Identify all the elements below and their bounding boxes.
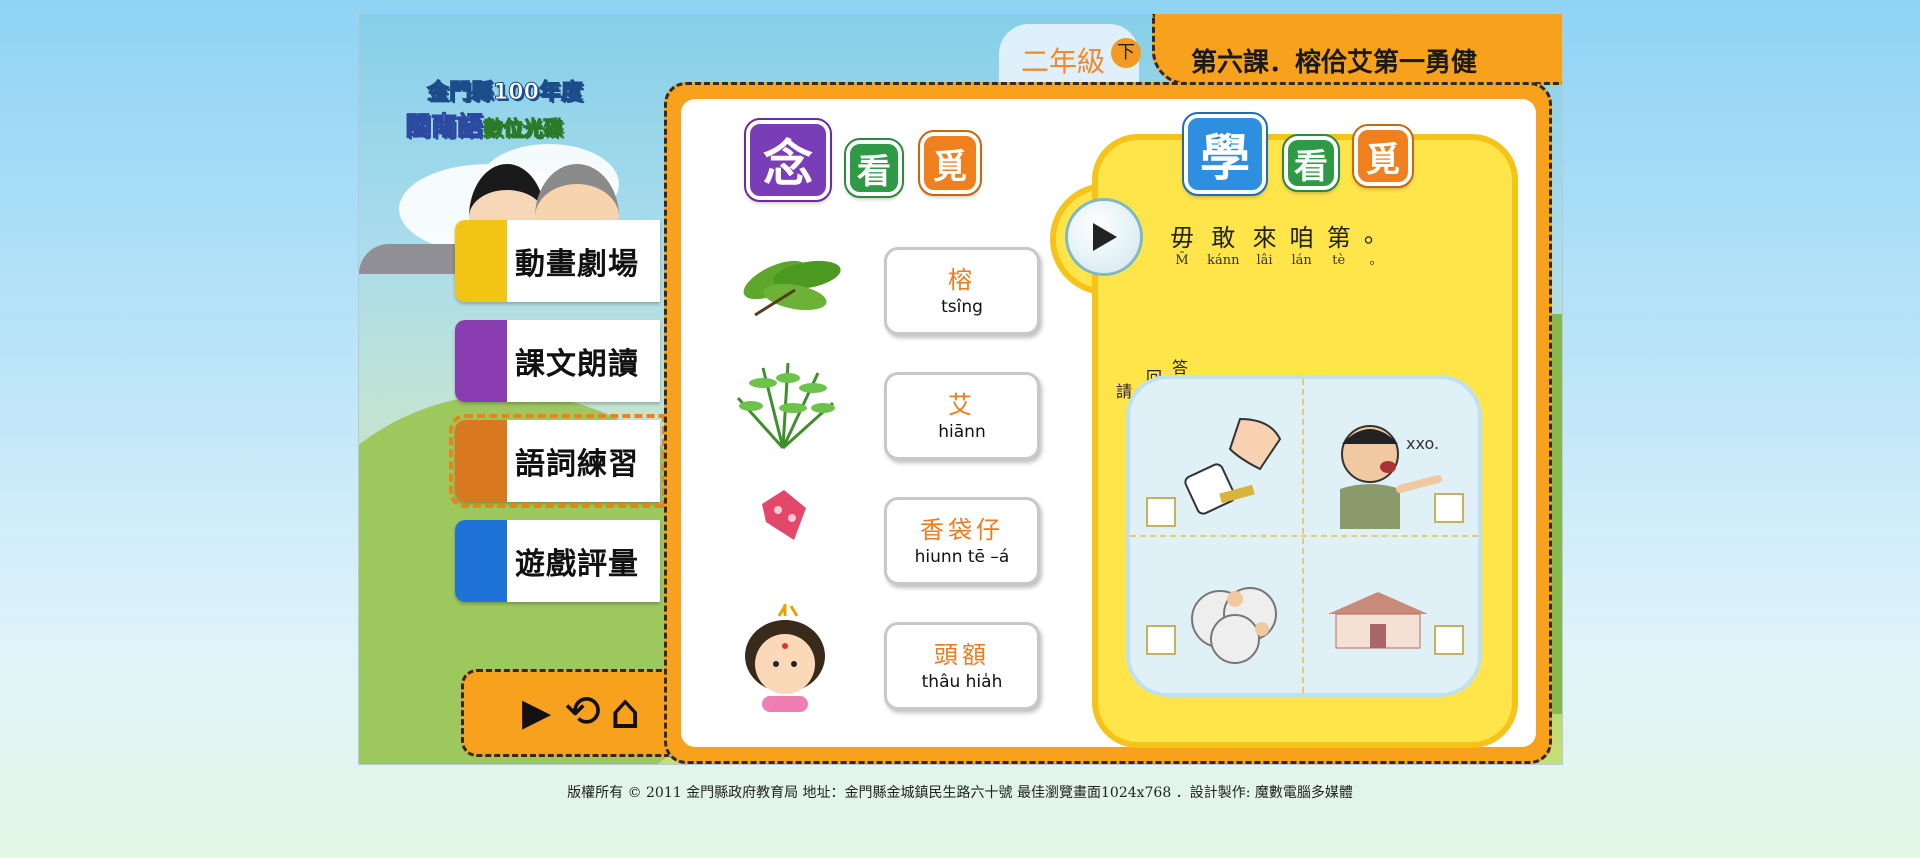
book-icon xyxy=(455,320,507,402)
vocab-card[interactable]: 榕 tsîng xyxy=(884,247,1040,335)
learn-title-char: 學 xyxy=(1182,112,1268,196)
practice-sentence: 毋 M̄ 敢 kánn 來 lâi 咱 lán 第 tè 。。 xyxy=(1170,214,1396,268)
answer-checkbox[interactable] xyxy=(1434,625,1464,655)
shouting-man-icon[interactable]: xxo. xyxy=(1320,409,1450,529)
read-title-char: 念 xyxy=(744,118,832,202)
sentence-hanzi: 第 xyxy=(1326,224,1351,252)
grid-divider xyxy=(1130,535,1478,537)
sentence-play-button[interactable] xyxy=(1065,198,1143,276)
sentence-hanzi: 敢 xyxy=(1211,224,1236,252)
read-title-char: 覓 xyxy=(918,130,982,196)
sidebar-item-label: 語詞練習 xyxy=(515,447,639,482)
sidebar-item-animation[interactable]: 動畫劇場 xyxy=(455,220,660,302)
learn-title-char: 覓 xyxy=(1352,124,1414,188)
read-title-char: 看 xyxy=(844,138,904,198)
play-icon xyxy=(1093,223,1117,251)
sentence-romanization: tè xyxy=(1332,253,1346,268)
sentence-word: 來 lâi xyxy=(1253,218,1277,268)
grade-term-badge: 下 xyxy=(1111,38,1141,68)
forehead-girl-icon[interactable] xyxy=(738,598,832,712)
answer-grid: xxo. xyxy=(1126,375,1482,697)
playback-controls: ▶ ⟲ ⌂ xyxy=(461,669,697,757)
sentence-word: 咱 lán xyxy=(1290,218,1314,268)
vocab-hanzi: 頭額 xyxy=(934,641,990,669)
answer-checkbox[interactable] xyxy=(1146,625,1176,655)
sentence-hanzi: 來 xyxy=(1252,224,1277,252)
sidebar-item-label: 課文朗讀 xyxy=(515,347,639,382)
vocab-romanization: tsîng xyxy=(941,297,983,317)
vocab-hanzi: 香袋仔 xyxy=(920,516,1004,544)
sentence-romanization: M̄ xyxy=(1175,253,1189,268)
sentence-word: 毋 M̄ xyxy=(1170,218,1194,268)
sentence-romanization: kánn xyxy=(1207,253,1240,268)
vocab-romanization: hiānn xyxy=(938,422,986,442)
sentence-romanization: 。 xyxy=(1369,253,1383,268)
sidebar-item-text-reading[interactable]: 課文朗讀 xyxy=(455,320,660,402)
logo-title-line1: 金門縣100年度 xyxy=(427,80,584,106)
spilled-drink-icon[interactable] xyxy=(1180,409,1290,519)
sidebar-item-vocab-practice[interactable]: 語詞練習 xyxy=(449,414,666,508)
vocab-romanization: hiunn tē –á xyxy=(914,547,1010,567)
logo-language: 閩南語 xyxy=(404,112,484,143)
play-icon[interactable]: ▶ xyxy=(522,690,551,734)
vocab-card[interactable]: 香袋仔 hiunn tē –á xyxy=(884,497,1040,585)
vocab-card[interactable]: 艾 hiānn xyxy=(884,372,1040,460)
sidebar-item-label: 遊戲評量 xyxy=(515,547,639,582)
sentence-romanization: lán xyxy=(1291,253,1312,268)
sachet-icon[interactable] xyxy=(758,488,810,544)
sidebar-item-label: 動畫劇場 xyxy=(515,247,639,282)
replay-icon[interactable]: ⟲ xyxy=(564,690,601,734)
svg-text:xxo.: xxo. xyxy=(1406,434,1439,453)
film-icon xyxy=(455,220,507,302)
answer-checkbox[interactable] xyxy=(1434,493,1464,523)
pencil-icon xyxy=(455,420,507,502)
sentence-hanzi: 。 xyxy=(1363,220,1388,248)
answer-checkbox[interactable] xyxy=(1146,497,1176,527)
logo-title-line2: 閩南語數位光碟 xyxy=(404,106,615,143)
sentence-word: 。。 xyxy=(1364,214,1388,268)
sentence-hanzi: 毋 xyxy=(1170,224,1194,252)
sentence-hanzi: 咱 xyxy=(1289,224,1314,252)
gamepad-icon xyxy=(455,520,507,602)
footer-copyright: 版權所有 © 2011 金門縣政府教育局 地址：金門縣金城鎮民生路六十號 最佳瀏… xyxy=(567,785,1353,801)
vocab-hanzi: 榕 xyxy=(948,266,976,294)
fight-cloud-icon[interactable] xyxy=(1180,569,1290,669)
app-logo: 金門縣100年度 閩南語數位光碟 xyxy=(404,74,615,143)
lesson-title: 第六課．榕佮艾第一勇健 xyxy=(1191,48,1478,78)
logo-subtitle: 數位光碟 xyxy=(483,116,564,141)
mugwort-icon[interactable] xyxy=(733,358,843,453)
vocab-card[interactable]: 頭額 thâu hia̍h xyxy=(884,622,1040,710)
sidebar-item-game-assessment[interactable]: 遊戲評量 xyxy=(455,520,660,602)
home-icon[interactable]: ⌂ xyxy=(610,688,640,736)
vocab-hanzi: 艾 xyxy=(948,391,976,419)
old-house-icon[interactable] xyxy=(1318,584,1438,654)
learn-title-char: 看 xyxy=(1282,134,1340,192)
sentence-word: 第 tè xyxy=(1327,218,1351,268)
grade-label: 二年級 xyxy=(1021,45,1106,78)
sentence-word: 敢 kánn xyxy=(1207,218,1239,268)
sentence-romanization: lâi xyxy=(1256,253,1273,268)
banyan-leaves-icon[interactable] xyxy=(735,245,855,325)
vocab-romanization: thâu hia̍h xyxy=(921,672,1003,692)
